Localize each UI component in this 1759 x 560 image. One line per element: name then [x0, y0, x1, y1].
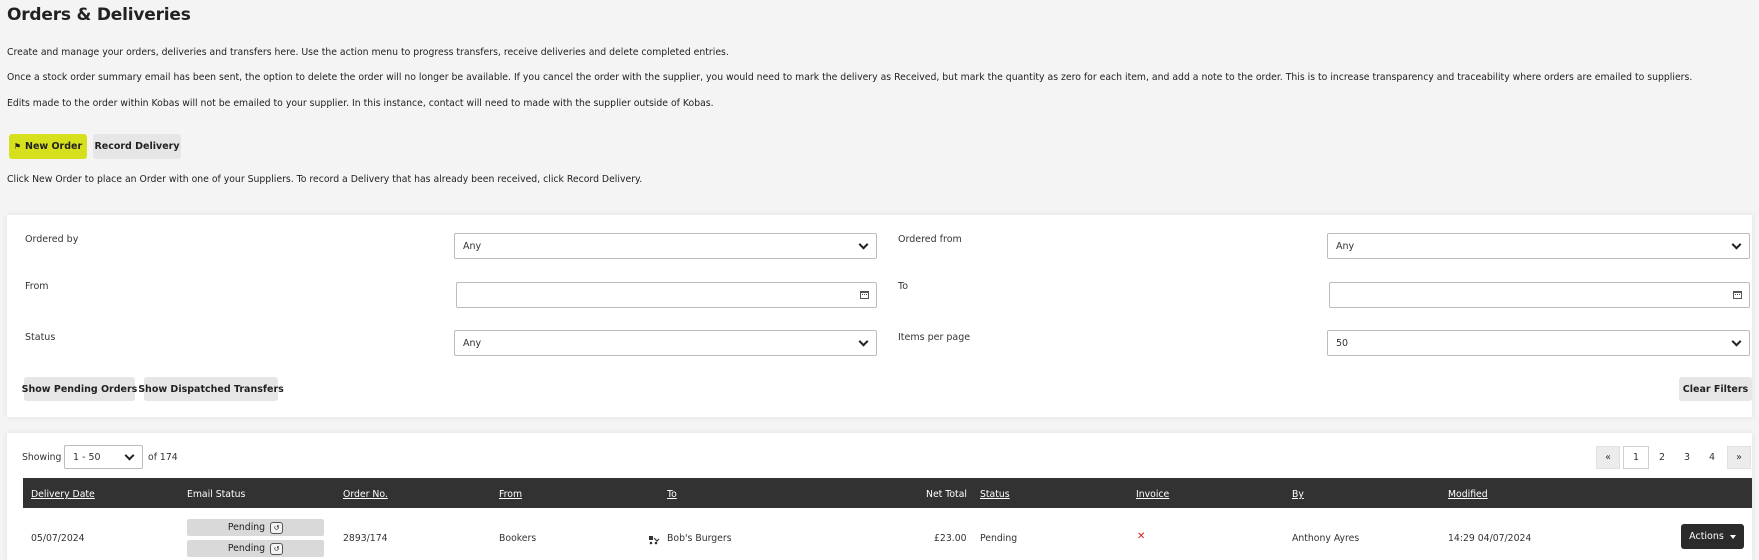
email-status-text: Pending: [227, 522, 266, 533]
ordered-from-label: Ordered from: [898, 234, 962, 245]
pagination-page-4[interactable]: 4: [1701, 446, 1723, 469]
resend-icon[interactable]: ↺: [270, 521, 284, 534]
intro-text-3: Edits made to the order within Kobas wil…: [7, 98, 714, 109]
ordered-by-value: Any: [463, 240, 482, 252]
items-per-page-label: Items per page: [898, 332, 971, 343]
row-status: Pending: [980, 533, 1018, 544]
actions-label: Actions: [1689, 531, 1724, 542]
orders-page: Orders & Deliveries Create and manage yo…: [0, 0, 1759, 560]
column-modified[interactable]: Modified: [1448, 489, 1488, 500]
chevron-down-icon: [858, 336, 869, 347]
row-net-total: £23.00: [934, 533, 967, 544]
column-invoice[interactable]: Invoice: [1136, 489, 1169, 500]
record-delivery-button[interactable]: Record Delivery: [93, 134, 181, 159]
row-order-no: 2893/174: [343, 533, 388, 544]
status-value: Any: [463, 337, 482, 349]
actions-button[interactable]: Actions: [1681, 524, 1744, 549]
intro-text-2: Once a stock order summary email has bee…: [7, 72, 1693, 83]
chevron-down-icon: [1731, 239, 1742, 250]
column-order-no[interactable]: Order No.: [343, 489, 388, 500]
new-order-button[interactable]: ⚑ New Order: [9, 134, 87, 159]
show-dispatched-transfers-button[interactable]: Show Dispatched Transfers: [138, 377, 284, 401]
ordered-by-select[interactable]: Any: [454, 233, 877, 259]
column-email-status: Email Status: [187, 489, 246, 500]
total-count: of 174: [148, 452, 178, 463]
email-status-text: Pending: [227, 543, 266, 554]
status-select[interactable]: Any: [454, 330, 877, 356]
help-text: Click New Order to place an Order with o…: [7, 174, 643, 185]
column-to[interactable]: To: [667, 489, 677, 500]
chevron-down-icon: [1731, 336, 1742, 347]
range-value: 1 - 50: [73, 451, 101, 463]
showing-label: Showing: [22, 452, 62, 463]
pagination-next[interactable]: »: [1727, 446, 1751, 469]
caret-down-icon: [1729, 534, 1736, 539]
show-pending-orders-button[interactable]: Show Pending Orders: [22, 377, 137, 401]
table-header: [23, 478, 1752, 508]
row-by: Anthony Ayres: [1292, 533, 1360, 544]
from-label: From: [25, 281, 49, 292]
row-delivery-date: 05/07/2024: [31, 533, 85, 544]
pagination-page-2[interactable]: 2: [1651, 446, 1673, 469]
new-order-label: New Order: [25, 141, 83, 152]
items-per-page-select[interactable]: 50: [1327, 330, 1750, 356]
calendar-icon[interactable]: [1733, 291, 1742, 299]
delivery-icon: [649, 536, 660, 545]
items-per-page-value: 50: [1336, 337, 1349, 349]
column-by[interactable]: By: [1292, 489, 1304, 500]
calendar-icon[interactable]: [860, 291, 869, 299]
to-label: To: [898, 281, 909, 292]
chevron-down-icon: [858, 239, 869, 250]
email-status-pill: Pending ↺: [187, 540, 324, 557]
resend-icon[interactable]: ↺: [270, 542, 284, 555]
column-delivery-date[interactable]: Delivery Date: [31, 489, 95, 500]
pagination-prev[interactable]: «: [1596, 446, 1620, 469]
column-from[interactable]: From: [499, 489, 522, 500]
page-title: Orders & Deliveries: [7, 5, 191, 25]
ordered-by-label: Ordered by: [25, 234, 79, 245]
ordered-from-value: Any: [1336, 240, 1355, 252]
row-to: Bob's Burgers: [667, 533, 732, 544]
to-date-input[interactable]: [1329, 282, 1750, 308]
chevron-down-icon: [124, 450, 135, 461]
flag-icon: ⚑: [13, 142, 21, 151]
row-modified: 14:29 04/07/2024: [1448, 533, 1532, 544]
clear-filters-button[interactable]: Clear Filters: [1679, 377, 1752, 401]
column-net-total: Net Total: [926, 489, 967, 500]
row-from: Bookers: [499, 533, 537, 544]
from-date-input[interactable]: [456, 282, 877, 308]
intro-text-1: Create and manage your orders, deliverie…: [7, 47, 729, 58]
ordered-from-select[interactable]: Any: [1327, 233, 1750, 259]
invoice-missing-icon: ✕: [1137, 531, 1146, 542]
pagination-page-3[interactable]: 3: [1676, 446, 1698, 469]
email-status-pill: Pending ↺: [187, 519, 324, 536]
column-status[interactable]: Status: [980, 489, 1010, 500]
pagination-page-1[interactable]: 1: [1623, 446, 1649, 469]
status-label: Status: [25, 332, 56, 343]
range-select[interactable]: 1 - 50: [64, 445, 143, 469]
